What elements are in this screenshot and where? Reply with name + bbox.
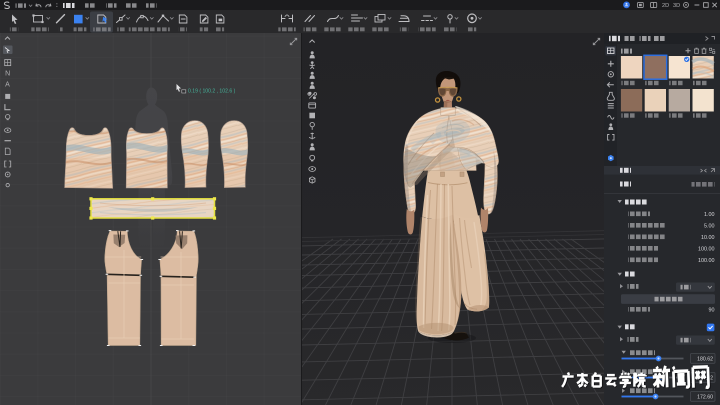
svg-text:A: A bbox=[5, 81, 10, 88]
svg-text:1.00: 1.00 bbox=[704, 212, 715, 218]
svg-text:3D: 3D bbox=[673, 3, 680, 9]
svg-text:90: 90 bbox=[709, 308, 715, 314]
svg-text:180.62: 180.62 bbox=[697, 357, 713, 363]
svg-text:0.19 ( 100.2 , 102.6 ): 0.19 ( 100.2 , 102.6 ) bbox=[188, 88, 236, 94]
svg-text:172.60: 172.60 bbox=[697, 395, 713, 401]
svg-text:100.00: 100.00 bbox=[698, 258, 715, 264]
svg-text:2D: 2D bbox=[662, 3, 669, 9]
svg-text:N: N bbox=[5, 71, 10, 78]
svg-text:100.00: 100.00 bbox=[698, 247, 715, 253]
svg-text:5.00: 5.00 bbox=[704, 224, 715, 230]
svg-text:10.00: 10.00 bbox=[701, 235, 715, 241]
